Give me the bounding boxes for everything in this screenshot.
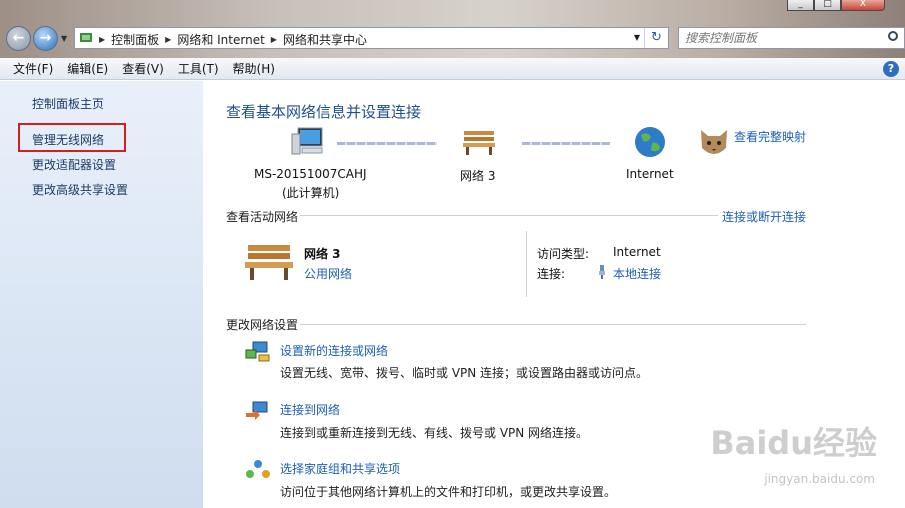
task-connect-network-desc: 连接到或重新连接到无线、有线、拨号或 VPN 网络连接。 — [280, 426, 589, 440]
public-network-link[interactable]: 公用网络 — [304, 265, 352, 282]
window-controls: _ □ X — [787, 0, 885, 11]
sidebar-item-adapter-settings[interactable]: 更改适配器设置 — [32, 156, 116, 173]
network-node-label: 网络 3 — [460, 169, 496, 183]
watermark-logo: Baidu经验 — [710, 424, 877, 462]
page-title: 查看基本网络信息并设置连接 — [226, 103, 422, 121]
forward-arrow-icon[interactable]: → — [33, 26, 58, 51]
menu-tools[interactable]: 工具(T) — [171, 60, 226, 77]
globe-icon — [635, 127, 665, 157]
internet-node-label: Internet — [626, 167, 674, 181]
computer-icon — [291, 127, 323, 155]
menu-help[interactable]: 帮助(H) — [226, 60, 282, 77]
watermark-url: jingyan.baidu.com — [764, 472, 875, 486]
search-box[interactable] — [678, 27, 905, 49]
breadcrumb-item[interactable]: 网络和共享中心 — [283, 31, 367, 48]
connection-label: 连接: — [537, 267, 566, 281]
menu-view[interactable]: 查看(V) — [115, 60, 171, 77]
divider — [300, 215, 718, 216]
access-type-label: 访问类型: — [537, 247, 590, 261]
close-button[interactable]: X — [841, 0, 885, 11]
chevron-right-icon[interactable]: ▶ — [165, 35, 171, 44]
chevron-right-icon[interactable]: ▶ — [271, 35, 277, 44]
breadcrumb: ▶ 控制面板 ▶ 网络和 Internet ▶ 网络和共享中心 — [99, 31, 367, 48]
history-dropdown-icon[interactable]: ▼ — [61, 34, 67, 43]
new-connection-icon — [245, 341, 270, 362]
menu-edit[interactable]: 编辑(E) — [60, 60, 115, 77]
search-input[interactable] — [685, 30, 880, 46]
task-homegroup-link[interactable]: 选择家庭组和共享选项 — [280, 460, 400, 477]
help-icon[interactable]: ? — [883, 61, 899, 77]
user-avatar-icon — [701, 130, 727, 154]
title-bar: _ □ X ← → ▼ ▶ 控制面板 ▶ 网络和 Internet ▶ 网络和共… — [0, 0, 905, 58]
breadcrumb-item[interactable]: 控制面板 — [111, 31, 159, 48]
task-new-connection-link[interactable]: 设置新的连接或网络 — [280, 342, 388, 359]
highlight-box — [18, 123, 126, 152]
computer-sublabel: (此计算机) — [282, 186, 340, 200]
search-icon[interactable] — [888, 31, 898, 41]
bench-icon — [463, 131, 495, 155]
breadcrumb-item[interactable]: 网络和 Internet — [177, 31, 264, 48]
address-dropdown-icon[interactable]: ▼ — [634, 33, 640, 42]
local-connection-link[interactable]: 本地连接 — [613, 265, 661, 282]
divider — [526, 231, 527, 297]
task-new-connection-desc: 设置无线、宽带、拨号、临时或 VPN 连接；或设置路由器或访问点。 — [280, 366, 649, 380]
sidebar-item-home[interactable]: 控制面板主页 — [32, 95, 104, 112]
homegroup-icon — [246, 460, 270, 478]
connect-network-icon — [246, 401, 268, 420]
access-type-value: Internet — [613, 245, 661, 259]
minimize-button[interactable]: _ — [787, 0, 814, 11]
view-full-map-link[interactable]: 查看完整映射 — [734, 128, 806, 145]
refresh-icon[interactable]: ↻ — [644, 28, 668, 48]
active-network-name: 网络 3 — [304, 247, 341, 261]
back-arrow-icon[interactable]: ← — [6, 26, 31, 51]
sidebar-item-advanced-sharing[interactable]: 更改高级共享设置 — [32, 181, 128, 198]
divider — [300, 324, 806, 325]
menu-bar: 文件(F) 编辑(E) 查看(V) 工具(T) 帮助(H) — [0, 58, 905, 80]
connection-line — [522, 142, 610, 145]
control-panel-icon — [80, 33, 92, 42]
ethernet-icon — [599, 265, 605, 279]
computer-name: MS-20151007CAHJ — [254, 167, 367, 181]
connect-disconnect-link[interactable]: 连接或断开连接 — [722, 208, 806, 225]
change-settings-heading: 更改网络设置 — [226, 318, 299, 332]
bench-icon — [245, 245, 293, 280]
menu-file[interactable]: 文件(F) — [6, 60, 60, 77]
task-homegroup-desc: 访问位于其他网络计算机上的文件和打印机，或更改共享设置。 — [280, 485, 617, 499]
connection-line — [337, 142, 437, 145]
address-bar[interactable]: ▶ 控制面板 ▶ 网络和 Internet ▶ 网络和共享中心 ▼ ↻ — [74, 27, 669, 49]
chevron-right-icon[interactable]: ▶ — [99, 35, 105, 44]
task-connect-network-link[interactable]: 连接到网络 — [280, 401, 340, 418]
maximize-button[interactable]: □ — [814, 0, 841, 11]
active-networks-heading: 查看活动网络 — [226, 210, 299, 224]
